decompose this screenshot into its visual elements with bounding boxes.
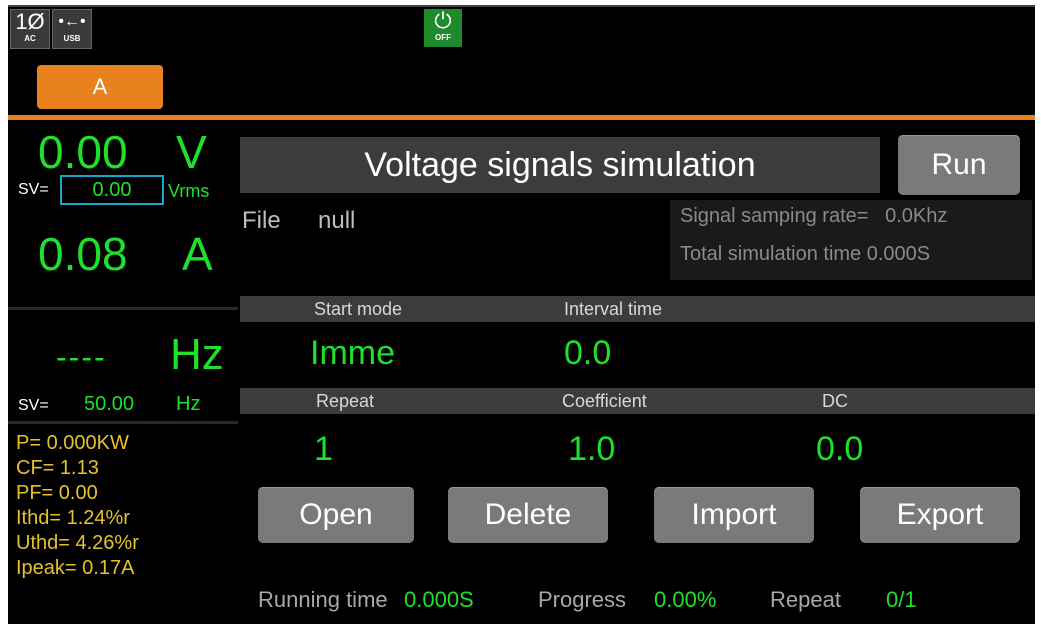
- repeat-count-value: 0/1: [886, 587, 917, 612]
- progress-label: Progress: [538, 587, 627, 612]
- stat-crest-factor: CF= 1.13: [16, 457, 99, 479]
- page-title: Voltage signals simulation: [240, 137, 880, 193]
- start-mode-header: Start mode: [314, 299, 403, 319]
- sv-voltage-input[interactable]: 0.00: [60, 175, 164, 205]
- usb-icon: •←• USB: [52, 9, 92, 49]
- dc-header: DC: [822, 391, 848, 411]
- stat-ithd: Ithd= 1.24%r: [16, 507, 130, 529]
- device-screen: 1Ø AC •←• USB ⏻ OFF A 0.00 V SV= 0.00 Vr…: [8, 5, 1035, 624]
- usb-label: USB: [63, 34, 81, 43]
- running-time-label: Running time: [258, 587, 388, 612]
- power-symbol: ⏻: [434, 8, 452, 33]
- coefficient-header: Coefficient: [562, 391, 647, 411]
- power-stats-list: P= 0.000KW CF= 1.13 PF= 0.00 Ithd= 1.24%…: [16, 431, 139, 581]
- sv-frequency-value[interactable]: 50.00: [84, 393, 134, 416]
- stat-ipeak: Ipeak= 0.17A: [16, 557, 135, 579]
- current-unit: A: [182, 228, 213, 280]
- stats-divider: [8, 421, 238, 424]
- repeat-count-label: Repeat: [770, 587, 841, 612]
- power-label: OFF: [435, 33, 451, 42]
- interval-time-header: Interval time: [564, 299, 663, 319]
- usb-symbol: •←•: [58, 13, 86, 30]
- export-button[interactable]: Export: [860, 487, 1020, 543]
- stat-uthd: Uthd= 4.26%r: [16, 532, 139, 554]
- import-button[interactable]: Import: [654, 487, 814, 543]
- stat-power: P= 0.000KW: [16, 432, 129, 454]
- left-panel-divider: [8, 307, 238, 310]
- sampling-rate: Signal samping rate= 0.0Khz: [680, 205, 948, 227]
- phase-symbol: 1Ø: [15, 9, 45, 34]
- frequency-reading: ----: [56, 339, 107, 375]
- sv-voltage-label: SV=: [18, 181, 49, 198]
- voltage-reading: 0.00: [38, 126, 128, 178]
- ac-phase-icon: 1Ø AC: [10, 9, 50, 49]
- run-button[interactable]: Run: [898, 135, 1020, 195]
- dc-value[interactable]: 0.0: [816, 429, 863, 469]
- interval-time-value[interactable]: 0.0: [564, 333, 611, 373]
- phase-label: AC: [24, 34, 36, 43]
- sv-voltage-unit: Vrms: [168, 181, 210, 201]
- header-divider: [8, 115, 1035, 120]
- voltage-unit: V: [176, 126, 207, 178]
- channel-a-button[interactable]: A: [37, 65, 163, 109]
- sv-frequency-unit: Hz: [176, 393, 201, 415]
- power-off-icon[interactable]: ⏻ OFF: [424, 9, 462, 47]
- file-value[interactable]: null: [318, 207, 355, 235]
- file-label: File: [242, 207, 281, 234]
- frequency-unit: Hz: [170, 330, 224, 379]
- repeat-value[interactable]: 1: [314, 429, 333, 469]
- start-mode-value[interactable]: Imme: [310, 333, 395, 373]
- current-reading: 0.08: [38, 228, 128, 280]
- coefficient-value[interactable]: 1.0: [568, 429, 615, 469]
- progress-value: 0.00%: [654, 587, 717, 612]
- total-simulation-time: Total simulation time 0.000S: [680, 243, 931, 265]
- delete-button[interactable]: Delete: [448, 487, 608, 543]
- stat-power-factor: PF= 0.00: [16, 482, 98, 504]
- open-button[interactable]: Open: [258, 487, 414, 543]
- sv-frequency-label: SV=: [18, 397, 49, 414]
- repeat-header: Repeat: [316, 391, 375, 411]
- running-time-value: 0.000S: [404, 587, 474, 612]
